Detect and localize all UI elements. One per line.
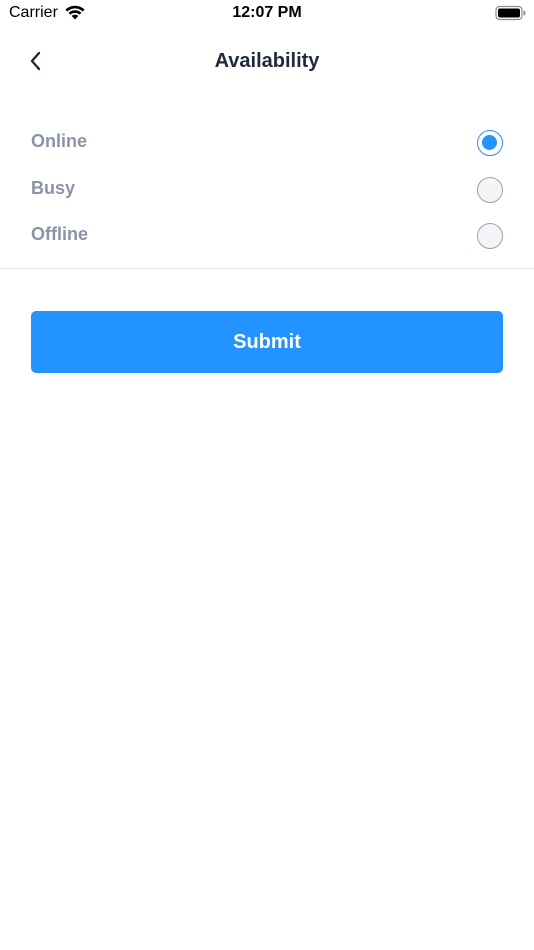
status-bar: Carrier 12:07 PM xyxy=(0,0,534,28)
submit-button[interactable]: Submit xyxy=(31,311,503,373)
availability-screen: Carrier 12:07 PM Availability Online Bus… xyxy=(0,0,534,950)
option-busy[interactable]: Busy xyxy=(0,166,534,213)
option-label: Offline xyxy=(31,224,88,244)
radio-busy[interactable] xyxy=(477,176,503,203)
battery-icon xyxy=(495,5,527,21)
radio-online[interactable] xyxy=(477,130,503,156)
divider xyxy=(0,268,534,269)
availability-options: Online Busy Offline xyxy=(0,119,534,259)
radio-offline[interactable] xyxy=(477,223,503,249)
nav-bar: Availability xyxy=(0,40,534,86)
option-offline[interactable]: Offline xyxy=(0,212,534,259)
option-label: Online xyxy=(31,131,88,151)
status-time: 12:07 PM xyxy=(232,4,302,21)
option-label: Busy xyxy=(31,177,76,198)
page-title: Availability xyxy=(214,50,320,72)
option-online[interactable]: Online xyxy=(0,119,534,166)
